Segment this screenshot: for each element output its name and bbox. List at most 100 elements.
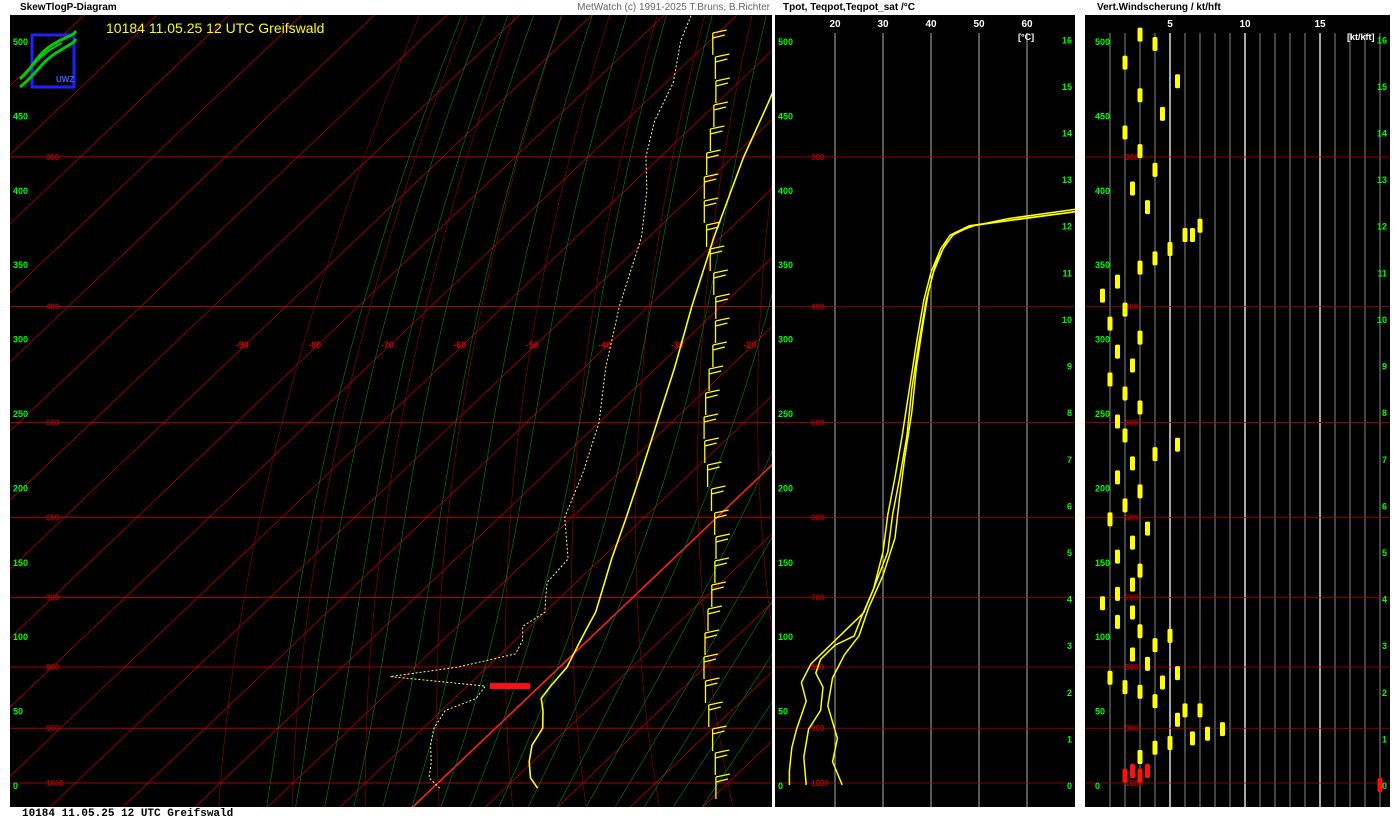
shear-marker	[1137, 330, 1143, 345]
dry-adiabat	[757, 0, 808, 809]
shear-height-label: 350	[1095, 260, 1110, 270]
dry-adiabat	[291, 0, 474, 809]
moist-adiabat	[585, 0, 910, 809]
tpot-xtick: 30	[877, 19, 889, 30]
shear-marker	[1145, 656, 1150, 671]
dry-adiabat	[436, 0, 568, 809]
shear-marker	[1190, 731, 1195, 746]
tpot-height-label: 500	[778, 37, 793, 47]
shear-height-label: 100	[1095, 632, 1110, 642]
tpot-xtick: 60	[1021, 19, 1033, 30]
shear-kft-label: 15	[1377, 82, 1387, 92]
tpot-height-label: 0	[778, 781, 783, 791]
dry-adiabat	[571, 0, 662, 809]
shear-height-label: 500	[1095, 37, 1110, 47]
dry-adiabat	[697, 0, 757, 809]
isotherm-line	[0, 0, 826, 787]
skewt-panel: 1000900800700600500400300200-90-80-70-60…	[0, 0, 1400, 809]
shear-panel: 5101510009008007006005004003002000501001…	[1085, 15, 1390, 807]
isotherm-label: -20	[743, 340, 756, 350]
height-label-left: 0	[13, 781, 18, 791]
shear-marker	[1145, 764, 1150, 779]
height-label-left: 450	[13, 111, 28, 121]
tpot-title: Tpot, Teqpot,Teqpot_sat /°C	[783, 1, 1073, 14]
moist-adiabat	[440, 0, 632, 809]
skewt-credit: MetWatch (c) 1991-2025 T.Bruns, B.Richte…	[577, 2, 770, 13]
shear-kft-label: 1	[1382, 734, 1387, 744]
shear-height-label: 300	[1095, 335, 1110, 345]
shear-marker	[1152, 694, 1158, 709]
shear-marker	[1115, 549, 1120, 564]
isotherm-label: -90	[236, 340, 249, 350]
pressure-label: 400	[46, 303, 60, 312]
isotherm-line	[0, 0, 681, 649]
pressure-label: 800	[46, 663, 60, 672]
shear-unit: [kt/kft]	[1347, 32, 1375, 42]
tpot-height-label: 200	[778, 483, 793, 493]
isotherm-line	[0, 0, 464, 442]
shear-marker	[1145, 521, 1150, 536]
pressure-label: 700	[46, 594, 60, 603]
shear-marker	[1137, 27, 1143, 42]
shear-marker	[1137, 88, 1143, 103]
shear-marker	[1167, 628, 1173, 643]
shear-marker	[1107, 512, 1113, 527]
tpot-height-label: 50	[778, 707, 788, 717]
shear-pressure-label: 700	[1125, 594, 1139, 603]
isotherm-line	[0, 0, 101, 96]
tpot-kft-label: 12	[1062, 222, 1072, 232]
pressure-label: 600	[46, 513, 60, 522]
tpot-xtick: 20	[829, 19, 841, 30]
shear-kft-label: 3	[1382, 641, 1387, 651]
isotherm-line	[0, 0, 391, 373]
isotherm-line	[48, 0, 899, 809]
pressure-label: 300	[46, 153, 60, 162]
height-label-left: 250	[13, 409, 28, 419]
isotherm-line	[0, 0, 609, 580]
shear-kft-label: 13	[1377, 175, 1387, 185]
shear-pressure-label: 500	[1125, 419, 1139, 428]
shear-marker	[1152, 162, 1158, 177]
shear-title: Vert.Windscherung / kt/hft	[1097, 1, 1387, 14]
tpot-pressure-label: 1000	[811, 779, 829, 788]
tpot-kft-label: 7	[1067, 455, 1072, 465]
isotherm-line	[556, 4, 1400, 809]
shear-marker	[1115, 414, 1120, 429]
shear-marker	[1100, 596, 1105, 611]
shear-marker	[1167, 736, 1173, 751]
shear-marker	[1122, 768, 1128, 783]
tpot-pressure-label: 300	[811, 153, 825, 162]
shear-marker	[1175, 74, 1180, 89]
shear-kft-label: 12	[1377, 222, 1387, 232]
tpot-chart: 2030405060100090080070060050040030020005…	[775, 19, 1076, 807]
shear-marker	[1137, 563, 1143, 578]
shear-marker	[1160, 106, 1165, 121]
shear-marker	[1152, 447, 1158, 462]
shear-marker	[1130, 535, 1135, 550]
shear-marker	[1160, 675, 1165, 690]
tpot-kft-label: 10	[1062, 315, 1072, 325]
shear-height-label: 400	[1095, 186, 1110, 196]
isotherm-line	[121, 0, 971, 809]
dry-adiabat	[635, 0, 710, 809]
isotherm-line	[0, 0, 754, 718]
tpot-pressure-label: 500	[811, 419, 825, 428]
skewt-chart: 1000900800700600500400300200-90-80-70-60…	[0, 0, 1400, 809]
shear-marker	[1122, 498, 1128, 513]
shear-marker	[1167, 242, 1173, 257]
isotherm-label: -70	[381, 340, 394, 350]
isotherm-label: -40	[598, 340, 611, 350]
temperature-line	[528, 0, 853, 789]
tpot-kft-label: 0	[1067, 781, 1072, 791]
tpot-xtick: 50	[973, 19, 985, 30]
shear-marker	[1190, 228, 1195, 243]
tpot-kft-label: 5	[1067, 548, 1072, 558]
shear-kft-label: 14	[1377, 129, 1387, 139]
shear-marker	[1145, 200, 1150, 215]
tpot-unit: [°C]	[1018, 32, 1035, 42]
shear-kft-label: 5	[1382, 548, 1387, 558]
lcl-marker	[489, 683, 530, 690]
shear-marker	[1107, 316, 1113, 331]
shear-kft-label: 6	[1382, 501, 1387, 511]
isotherm-line	[0, 0, 246, 234]
